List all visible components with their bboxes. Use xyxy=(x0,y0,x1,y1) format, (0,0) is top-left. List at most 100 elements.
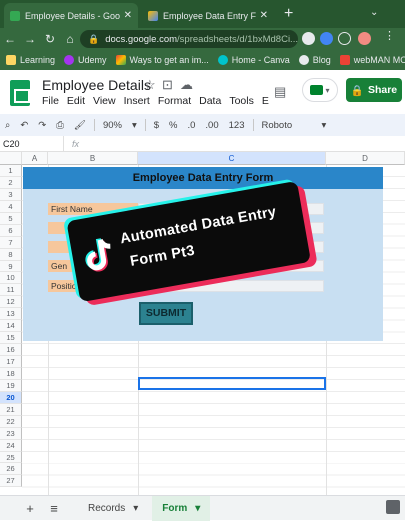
add-sheet-icon[interactable]: + xyxy=(20,501,40,516)
move-folder-icon[interactable]: ⊡ xyxy=(162,77,173,93)
back-icon[interactable]: ← xyxy=(0,32,20,46)
column-header-a[interactable]: A xyxy=(22,152,48,165)
row-header-11[interactable]: 11 xyxy=(0,284,22,297)
row-header-13[interactable]: 13 xyxy=(0,308,22,321)
row-header-18[interactable]: 18 xyxy=(0,367,22,380)
google-sheets-logo-icon[interactable] xyxy=(10,80,30,106)
all-sheets-icon[interactable]: ≡ xyxy=(44,501,64,516)
sheet-tab-records[interactable]: Records ▾ xyxy=(78,496,148,521)
decrease-decimal-button[interactable]: .0 xyxy=(182,120,200,131)
font-select[interactable]: Roboto xyxy=(257,120,317,131)
row-header-9[interactable]: 9 xyxy=(0,260,22,273)
tab-data-entry-form[interactable]: Employee Data Entry Form ✕ xyxy=(142,3,274,28)
row-header-17[interactable]: 17 xyxy=(0,356,22,368)
select-all-corner[interactable] xyxy=(0,152,22,165)
row-header-23[interactable]: 23 xyxy=(0,427,22,440)
menu-format[interactable]: Format xyxy=(158,95,191,107)
more-formats-button[interactable]: 123 xyxy=(224,120,250,131)
currency-format-button[interactable]: $ xyxy=(149,120,164,131)
row-header-22[interactable]: 22 xyxy=(0,415,22,428)
row-header-16[interactable]: 16 xyxy=(0,344,22,356)
row-header-2[interactable]: 2 xyxy=(0,176,22,189)
increase-decimal-button[interactable]: .00 xyxy=(200,120,223,131)
share-button[interactable]: 🔒 Share xyxy=(346,78,402,102)
explore-icon[interactable] xyxy=(386,500,400,514)
sheets-header: Employee Details ☆ ⊡ ☁ File Edit View In… xyxy=(0,70,405,114)
reload-icon[interactable]: ↻ xyxy=(40,32,60,46)
row-header-15[interactable]: 15 xyxy=(0,332,22,345)
row-header-24[interactable]: 24 xyxy=(0,439,22,452)
profile-avatar-icon[interactable] xyxy=(358,32,371,45)
search-menus-icon[interactable]: ⌕ xyxy=(0,120,15,131)
close-tab-icon[interactable]: ✕ xyxy=(124,10,132,21)
name-box[interactable]: C20 xyxy=(0,136,64,151)
extension-icon[interactable] xyxy=(320,32,333,45)
cloud-status-icon[interactable]: ☁ xyxy=(180,77,193,93)
row-header-5[interactable]: 5 xyxy=(0,212,22,225)
redo-icon[interactable]: ↷ xyxy=(33,120,51,131)
bookmark-canva[interactable]: Home - Canva xyxy=(217,55,290,65)
new-tab-icon[interactable]: + xyxy=(284,5,293,23)
row-header-1[interactable]: 1 xyxy=(0,165,22,177)
meet-camera-icon xyxy=(310,85,324,95)
bookmark-ways[interactable]: Ways to get an im... xyxy=(115,55,209,65)
row-header-3[interactable]: 3 xyxy=(0,188,22,201)
selected-cell-c20[interactable] xyxy=(138,377,326,390)
row-header-27[interactable]: 27 xyxy=(0,475,22,488)
tab-employee-details[interactable]: Employee Details - Google Sheets ✕ xyxy=(4,3,138,28)
print-icon[interactable]: ⎙ xyxy=(51,120,69,131)
google-extension-icon[interactable] xyxy=(302,32,315,45)
meet-button[interactable]: ▾ xyxy=(302,78,338,102)
menu-view[interactable]: View xyxy=(93,95,116,107)
tiktok-logo-icon xyxy=(85,238,111,272)
comment-history-icon[interactable]: ▤ xyxy=(274,84,286,100)
chrome-menu-icon[interactable]: ⋮ xyxy=(384,29,397,42)
bookmark-blog[interactable]: Blog xyxy=(298,55,331,65)
document-title[interactable]: Employee Details xyxy=(42,77,151,93)
home-icon[interactable]: ⌂ xyxy=(60,32,80,46)
menu-edit[interactable]: Edit xyxy=(67,95,85,107)
submit-button[interactable]: SUBMIT xyxy=(139,302,193,325)
menu-data[interactable]: Data xyxy=(199,95,221,107)
menu-extensions[interactable]: E xyxy=(262,95,269,107)
percent-format-button[interactable]: % xyxy=(164,120,182,131)
sheet-tab-label: Records xyxy=(88,502,126,514)
address-bar[interactable]: 🔒 docs.google.com/spreadsheets/d/1bxMd8C… xyxy=(80,30,298,48)
zoom-select[interactable]: 90% xyxy=(98,120,127,131)
sheet-tab-form[interactable]: Form ▾ xyxy=(152,495,211,521)
menu-tools[interactable]: Tools xyxy=(229,95,254,107)
row-header-14[interactable]: 14 xyxy=(0,320,22,333)
row-header-6[interactable]: 6 xyxy=(0,224,22,237)
formatting-toolbar: ⌕ ↶ ↷ ⎙ 🖌 90% ▾ $ % .0 .00 123 Roboto ▾ xyxy=(0,114,405,136)
row-header-20[interactable]: 20 xyxy=(0,391,22,404)
bookmark-webman[interactable]: webMAN MOD v1... xyxy=(339,55,405,65)
row-header-4[interactable]: 4 xyxy=(0,200,22,213)
paint-format-icon[interactable]: 🖌 xyxy=(69,120,91,131)
formula-bar: C20 fx xyxy=(0,136,405,152)
star-bookmark-icon[interactable] xyxy=(338,32,351,45)
forward-icon[interactable]: → xyxy=(20,32,40,46)
column-header-b[interactable]: B xyxy=(48,152,138,165)
column-header-d[interactable]: D xyxy=(326,152,405,165)
sheet-tab-label: Form xyxy=(162,502,188,514)
close-tab-icon[interactable]: ✕ xyxy=(260,10,268,21)
bookmark-learning[interactable]: Learning xyxy=(6,55,55,65)
star-icon[interactable]: ☆ xyxy=(144,77,156,93)
row-header-21[interactable]: 21 xyxy=(0,403,22,416)
row-header-8[interactable]: 8 xyxy=(0,248,22,261)
row-header-7[interactable]: 7 xyxy=(0,236,22,249)
chevron-down-icon: ▾ xyxy=(195,502,201,514)
row-header-10[interactable]: 10 xyxy=(0,272,22,285)
row-header-25[interactable]: 25 xyxy=(0,451,22,464)
row-header-12[interactable]: 12 xyxy=(0,296,22,309)
undo-icon[interactable]: ↶ xyxy=(15,120,33,131)
row-header-26[interactable]: 26 xyxy=(0,463,22,476)
column-header-c[interactable]: C xyxy=(138,152,326,165)
sheets-favicon-icon xyxy=(10,10,20,21)
menu-file[interactable]: File xyxy=(42,95,59,107)
row-header-19[interactable]: 19 xyxy=(0,379,22,392)
bookmark-udemy[interactable]: Udemy xyxy=(64,55,107,65)
menu-insert[interactable]: Insert xyxy=(124,95,150,107)
menu-bar: File Edit View Insert Format Data Tools … xyxy=(42,95,269,107)
tab-search-icon[interactable]: ⌄ xyxy=(370,7,378,18)
